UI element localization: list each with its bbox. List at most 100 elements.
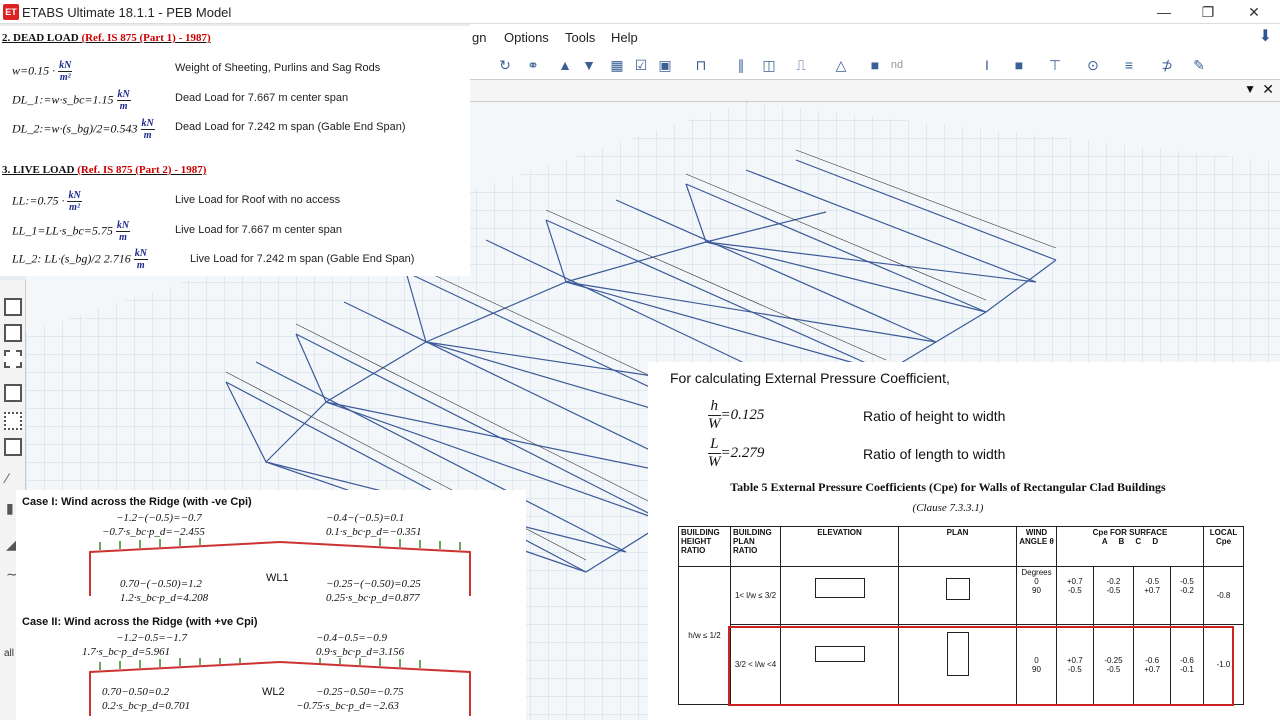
cpe-b-0: -0.2	[1106, 577, 1121, 586]
select-region-icon[interactable]	[4, 412, 22, 430]
snap-end-icon[interactable]: nd	[888, 56, 906, 74]
ratio-value: =2.279	[720, 444, 765, 461]
case1-eq-7: −0.25−(−0.50)=0.25	[326, 578, 421, 590]
case2-heading: Case II: Wind across the Ridge (with +ve…	[22, 616, 258, 628]
case1-eq-8: 0.25·s_bc·p_d=0.877	[326, 592, 420, 604]
ratio-h-w: h W =0.125	[708, 398, 764, 433]
plan-sketch	[898, 566, 1017, 625]
page-icon[interactable]	[4, 384, 22, 402]
maximize-button[interactable]: ❐	[1190, 2, 1226, 22]
col-plan: PLAN	[898, 526, 1017, 567]
frame-section-icon[interactable]: ⊓	[692, 56, 710, 74]
col-elevation: ELEVATION	[780, 526, 899, 567]
dropdown-icon[interactable]: ▼	[1244, 82, 1256, 96]
refresh-icon[interactable]: ↻	[496, 56, 514, 74]
menu-tools[interactable]: Tools	[565, 30, 595, 45]
support-icon[interactable]: △	[832, 56, 850, 74]
ratio-h-w-desc: Ratio of height to width	[863, 408, 1006, 424]
plan-ratio: 1< l/w ≤ 3/2	[730, 566, 781, 625]
menu-help[interactable]: Help	[611, 30, 638, 45]
unit-den: m²	[59, 72, 71, 83]
column-tool-icon[interactable]: ▮	[6, 500, 14, 517]
main-toolbar: ↻ ⚭ ▲ ▼ ▦ ☑ ▣ ⊓ ∥ ◫ ⎍ △ ■ nd I ■ ⊤ ⊙ ≡ ⊅…	[470, 50, 1280, 80]
snap-icon[interactable]: ■	[866, 56, 884, 74]
cpe-d-0: -0.5	[1180, 577, 1194, 586]
live-load-desc-3: Live Load for 7.242 m span (Gable End Sp…	[190, 253, 415, 265]
grid-icon[interactable]: ▦	[608, 56, 626, 74]
link-icon[interactable]: ≡	[1120, 56, 1138, 74]
select-icon[interactable]	[4, 350, 22, 368]
text-cursor-icon[interactable]: I	[978, 56, 996, 74]
download-icon[interactable]: ⬇	[1259, 26, 1272, 46]
unit-num: kN	[67, 190, 82, 202]
display-options-icon[interactable]: ▣	[656, 56, 674, 74]
cpe-d: -0.5 -0.2	[1169, 566, 1205, 625]
case1-eq-5: 0.70−(−0.50)=1.2	[120, 578, 202, 590]
table-row: h/w ≤ 1/2 1< l/w ≤ 3/2 Degrees 0 90 +0.7 -0…	[678, 566, 1244, 705]
elevation-sketch	[780, 566, 899, 625]
unit-den: m	[119, 101, 128, 112]
surface-c: C	[1135, 537, 1142, 546]
all-label[interactable]: all	[4, 648, 14, 659]
checkbox-icon[interactable]: ☑	[632, 56, 650, 74]
wind-angle: Degrees 0 90	[1016, 566, 1057, 625]
live-load-eq-3: LL_2: LL·(s_bg)/2 2.716 kN m	[12, 248, 148, 271]
section-icon[interactable]: ■	[1010, 56, 1028, 74]
i-section-icon[interactable]: ⊙	[1084, 56, 1102, 74]
surface-b: B	[1118, 537, 1125, 546]
highlight-box	[728, 626, 1234, 706]
ratio-value: =0.125	[720, 406, 765, 423]
move-down-icon[interactable]: ▼	[580, 56, 598, 74]
cpe-c-90: +0.7	[1144, 586, 1161, 595]
row-label: h/w ≤ 1/2	[678, 566, 731, 705]
cpe-d-90: -0.2	[1180, 586, 1194, 595]
draw-rect-icon[interactable]	[4, 324, 22, 342]
panel-icon[interactable]	[4, 438, 22, 456]
ratio-den: W	[708, 416, 721, 432]
column-icon[interactable]: ∥	[732, 56, 750, 74]
dead-load-desc-1: Weight of Sheeting, Purlins and Sag Rods	[175, 62, 381, 74]
col-wind-angle: WIND ANGLE θ	[1016, 526, 1057, 567]
etabs-app-icon[interactable]: ET	[3, 4, 19, 20]
line-icon[interactable]: ∕	[6, 470, 8, 486]
unit-den: m	[136, 260, 145, 271]
dead-load-desc-2: Dead Load for 7.667 m center span	[175, 92, 349, 104]
case2-label: WL2	[262, 686, 285, 698]
case2-eq-7: −0.25−0.50=−0.75	[316, 686, 404, 698]
surface-a: A	[1101, 537, 1108, 546]
close-view-icon[interactable]: ✕	[1262, 81, 1274, 98]
unit-den: m²	[69, 202, 80, 213]
angle-90: 90	[1032, 586, 1041, 595]
close-button[interactable]: ✕	[1236, 2, 1272, 22]
live-load-eq-2: LL_1=LL·s_bc=5.75 kN m	[12, 220, 131, 243]
minimize-button[interactable]: —	[1146, 2, 1182, 22]
draw-area-icon[interactable]	[4, 298, 22, 316]
ratio-num: L	[708, 436, 721, 454]
brace-icon[interactable]: ⎍	[792, 56, 810, 74]
case2-eq-8: −0.75·s_bc·p_d=−2.63	[296, 700, 399, 712]
eq-lhs: DL_1:=w·s_bc=1.15	[12, 92, 114, 107]
cpe-b: -0.2 -0.5	[1092, 566, 1135, 625]
load-calculation-panel: 2. DEAD LOAD (Ref. IS 875 (Part 1) - 198…	[0, 26, 470, 276]
menu-bar: gn Options Tools Help ⬇	[470, 24, 1280, 50]
cpe-a-90: -0.5	[1067, 586, 1082, 595]
dead-load-eq-1: w=0.15 · kN m²	[12, 60, 73, 83]
beam-icon[interactable]: ◫	[760, 56, 778, 74]
tee-section-icon[interactable]: ⊤	[1046, 56, 1064, 74]
view-glasses-icon[interactable]: ⚭	[524, 56, 542, 74]
ratio-l-w: L W =2.279	[708, 436, 764, 471]
case1-eq-2: −0.7·s_bc·p_d=−2.455	[102, 526, 205, 538]
cpe-b-90: -0.5	[1106, 586, 1121, 595]
case2-eq-3: −0.4−0.5=−0.9	[316, 632, 387, 644]
menu-options[interactable]: Options	[504, 30, 549, 45]
unit-num: kN	[58, 60, 73, 72]
wind-load-cases-panel: Case I: Wind across the Ridge (with -ve …	[16, 490, 526, 720]
case1-eq-3: −0.4−(−0.5)=0.1	[326, 512, 405, 524]
unit-den: m	[119, 232, 127, 243]
channel-icon[interactable]: ⊅	[1158, 56, 1176, 74]
cpe-a: +0.7 -0.5	[1056, 566, 1094, 625]
unit-num: kN	[133, 248, 148, 260]
move-up-icon[interactable]: ▲	[556, 56, 574, 74]
draw-icon[interactable]: ✎	[1190, 56, 1208, 74]
menu-design[interactable]: gn	[472, 30, 486, 45]
